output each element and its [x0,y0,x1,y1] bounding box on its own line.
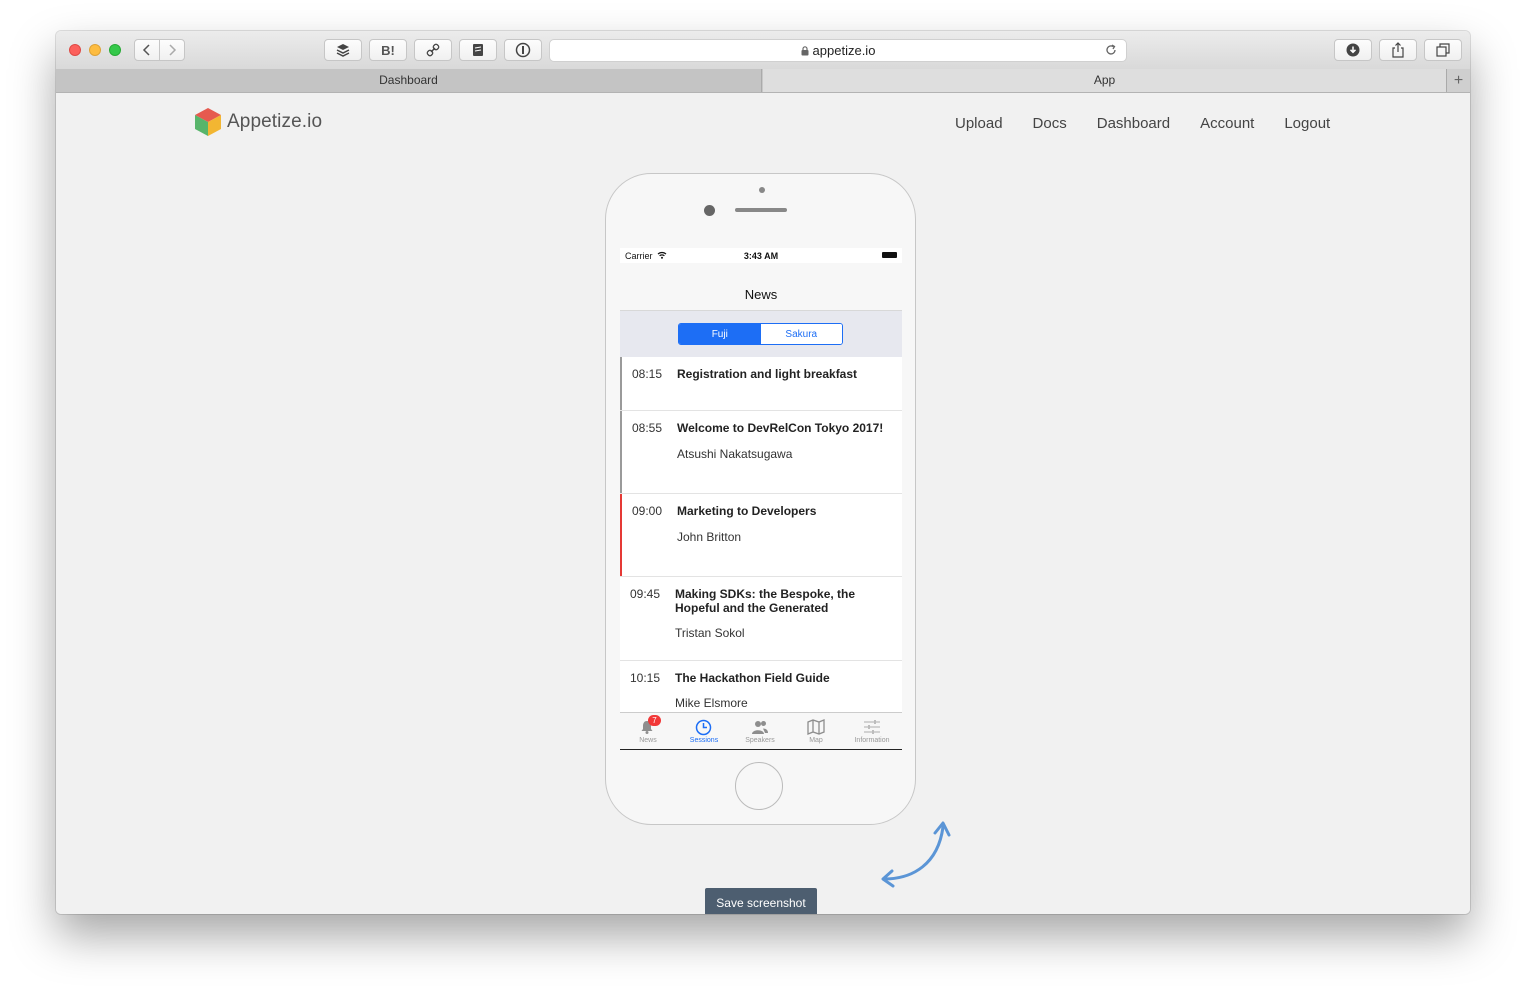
home-button[interactable] [735,762,783,810]
device-screen[interactable]: Carrier 3:43 AM News Fuji Sakura 08:15 R… [620,248,902,750]
nav-dashboard[interactable]: Dashboard [1097,115,1170,132]
nav-logout[interactable]: Logout [1284,115,1330,132]
segment-bar: Fuji Sakura [620,311,902,357]
url-text: appetize.io [812,43,876,58]
buffer-icon [336,44,350,57]
1password-button[interactable] [504,39,542,61]
nav-account[interactable]: Account [1200,115,1254,132]
battery-icon [882,252,897,258]
buffer-extension-button[interactable] [324,39,362,61]
tab-label: Speakers [745,737,775,744]
session-time: 09:00 [632,504,663,518]
session-row[interactable]: 09:45 Making SDKs: the Bespoke, the Hope… [620,577,902,661]
save-screenshot-button[interactable]: Save screenshot [705,888,817,914]
tab-sessions[interactable]: Sessions [676,713,732,749]
appetize-cube-icon [195,108,221,136]
page-content: Appetize.io Upload Docs Dashboard Accoun… [56,93,1470,914]
main-nav: Upload Docs Dashboard Account Logout [955,115,1360,132]
session-time: 10:15 [630,671,661,685]
session-list: 08:15 Registration and light breakfast 0… [620,357,902,712]
lock-icon [801,45,809,56]
tab-label: Sessions [689,737,719,744]
ios-status-bar: Carrier 3:43 AM [620,248,902,263]
tab-app[interactable]: App [763,69,1446,92]
session-track-bar [620,357,622,410]
site-logo[interactable]: Appetize.io [194,107,322,137]
session-speaker: John Britton [677,530,742,544]
tab-label: News [639,737,657,744]
session-row[interactable]: 08:15 Registration and light breakfast [620,357,902,411]
address-bar[interactable]: appetize.io [549,39,1127,62]
tab-information[interactable]: Information [844,713,900,749]
link-extension-button[interactable] [414,39,452,61]
room-segmented-control: Fuji Sakura [678,323,843,345]
downloads-button[interactable] [1334,39,1372,61]
tab-dashboard[interactable]: Dashboard [56,69,762,92]
session-track-bar [620,411,622,493]
zoom-window-button[interactable] [109,44,121,56]
forward-button[interactable] [159,39,185,61]
tab-speakers[interactable]: Speakers [732,713,788,749]
session-speaker: Atsushi Nakatsugawa [677,447,793,461]
logo-text: Appetize.io [227,111,323,132]
session-time: 09:45 [630,587,661,601]
camera-dot [759,187,765,193]
link-icon [426,43,440,57]
pocket-stack-icon [473,44,483,56]
share-button[interactable] [1379,39,1417,61]
session-track-bar [620,494,622,576]
session-speaker: Tristan Sokol [675,626,745,640]
session-time: 08:15 [632,367,663,381]
session-speaker: Mike Elsmore [675,696,748,710]
news-badge: 7 [648,715,661,726]
session-row[interactable]: 08:55 Welcome to DevRelCon Tokyo 2017! A… [620,411,902,494]
tab-label: Information [854,737,890,744]
tab-label: Map [809,737,823,744]
session-row[interactable]: 10:15 The Hackathon Field Guide Mike Els… [620,661,902,712]
tab-bar: Dashboard App + [56,69,1470,93]
session-title: Registration and light breakfast [677,367,858,381]
tab-map[interactable]: Map [788,713,844,749]
nav-docs[interactable]: Docs [1033,115,1067,132]
earpiece-speaker [735,208,787,212]
browser-toolbar: B! appetize.io [56,31,1470,70]
hatena-bookmark-icon: B! [381,42,395,58]
session-title: The Hackathon Field Guide [675,671,830,685]
ios-tab-bar: 7 News Sessions Speakers Map Information [620,712,902,749]
session-title: Making SDKs: the Bespoke, the Hopeful an… [675,587,856,615]
session-title: Welcome to DevRelCon Tokyo 2017! [677,421,884,435]
reload-icon[interactable] [1104,43,1118,60]
session-time: 08:55 [632,421,663,435]
nav-upload[interactable]: Upload [955,115,1003,132]
session-title: Marketing to Developers [677,504,817,518]
stack-extension-button[interactable] [459,39,497,61]
1password-icon [515,42,531,58]
rotate-device-icon[interactable] [878,819,956,893]
tabs-overview-icon [1436,43,1450,57]
download-icon [1346,43,1360,57]
browser-window: B! appetize.io Dashboard App + Appetize.… [56,31,1470,914]
tab-news[interactable]: 7 News [620,713,676,749]
back-button[interactable] [134,39,160,61]
hatena-bookmark-button[interactable]: B! [369,39,407,61]
status-time: 3:43 AM [743,251,779,261]
segment-fuji[interactable]: Fuji [679,324,761,344]
segment-sakura[interactable]: Sakura [760,324,842,344]
minimize-window-button[interactable] [89,44,101,56]
close-window-button[interactable] [69,44,81,56]
nav-title: News [744,287,778,302]
front-camera [704,205,715,216]
forward-icon [169,44,177,56]
ios-nav-bar: News [620,263,902,311]
plus-icon: + [1453,71,1464,89]
show-tabs-button[interactable] [1424,39,1462,61]
share-icon [1392,42,1404,58]
back-icon [142,44,150,56]
new-tab-button[interactable]: + [1446,69,1470,92]
session-row[interactable]: 09:00 Marketing to Developers John Britt… [620,494,902,577]
